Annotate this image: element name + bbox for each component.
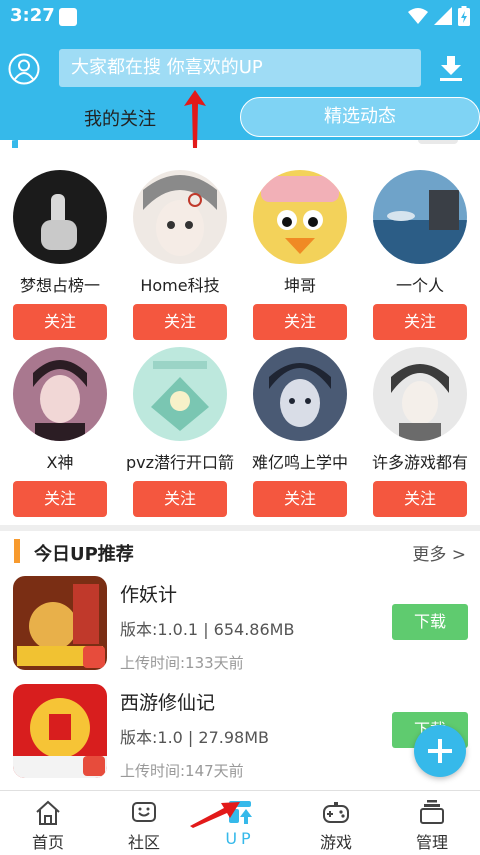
up-card[interactable]: 一个人 关注 <box>360 170 480 340</box>
follow-button[interactable]: 关注 <box>253 481 347 517</box>
header: 3:27 大家都在搜 你喜欢的UP 我的关注 精选动态 <box>0 0 480 140</box>
game-meta: 版本:1.0 | 27.98MB <box>120 728 269 747</box>
game-icon <box>13 576 107 670</box>
nav-manage[interactable]: 管理 <box>384 791 480 855</box>
signal-icon <box>434 7 452 25</box>
nav-label: UP <box>225 829 255 848</box>
gamepad-icon <box>323 802 349 823</box>
bottom-nav: 首页 社区 UP 游戏 管理 <box>0 790 480 855</box>
up-avatar <box>13 170 107 264</box>
follow-button[interactable]: 关注 <box>373 481 467 517</box>
up-avatar <box>253 347 347 441</box>
game-icon <box>13 684 107 778</box>
up-name: pvz潜行开口箭 <box>125 453 235 471</box>
manage-icon <box>420 800 444 824</box>
tab-my-follow[interactable]: 我的关注 <box>40 105 200 131</box>
game-name: 作妖计 <box>120 584 178 606</box>
annotation-arrow-icon <box>184 90 206 148</box>
nav-label: 游戏 <box>319 833 352 852</box>
app-screen: 3:27 大家都在搜 你喜欢的UP 我的关注 精选动态 梦想占榜一 关注 Hom… <box>0 0 480 855</box>
status-bar: 3:27 <box>0 0 480 34</box>
search-input[interactable]: 大家都在搜 你喜欢的UP <box>59 49 421 87</box>
home-icon <box>36 800 60 825</box>
up-name: 坤哥 <box>283 276 316 294</box>
up-avatar <box>253 170 347 264</box>
up-avatar <box>133 170 227 264</box>
download-button[interactable]: 下载 <box>392 604 468 640</box>
up-avatar <box>373 170 467 264</box>
game-row[interactable]: 西游修仙记 版本:1.0 | 27.98MB 上传时间:147天前 下载 <box>0 684 480 784</box>
nav-games[interactable]: 游戏 <box>288 791 384 855</box>
follow-button[interactable]: 关注 <box>133 304 227 340</box>
up-avatar <box>373 347 467 441</box>
up-card[interactable]: 坤哥 关注 <box>240 170 360 340</box>
section-accent-bar <box>14 539 20 563</box>
up-card[interactable]: 难亿鸣上学中 关注 <box>240 347 360 517</box>
follow-button[interactable]: 关注 <box>13 304 107 340</box>
add-fab-button[interactable] <box>414 725 466 777</box>
game-row[interactable]: 作妖计 版本:1.0.1 | 654.86MB 上传时间:133天前 下载 <box>0 576 480 676</box>
up-card[interactable]: X神 关注 <box>0 347 120 517</box>
annotation-arrow-icon <box>190 802 240 828</box>
up-card[interactable]: Home科技 关注 <box>120 170 240 340</box>
notification-icon <box>59 8 77 26</box>
game-upload-time: 上传时间:133天前 <box>120 654 244 672</box>
up-name: 梦想占榜一 <box>19 276 100 294</box>
battery-icon <box>458 6 470 26</box>
follow-button[interactable]: 关注 <box>253 304 347 340</box>
nav-community[interactable]: 社区 <box>96 791 192 855</box>
status-time: 3:27 <box>10 5 55 26</box>
section-divider <box>0 525 480 531</box>
section-title: 今日UP推荐 <box>34 544 134 565</box>
section-marker <box>12 140 18 148</box>
recommend-header: 今日UP推荐 更多 > <box>0 539 480 565</box>
up-name: Home科技 <box>140 276 220 294</box>
more-link[interactable]: 更多 > <box>412 540 466 565</box>
up-name: 许多游戏都有 <box>371 453 468 471</box>
up-card[interactable]: pvz潜行开口箭 关注 <box>120 347 240 517</box>
follow-button[interactable]: 关注 <box>373 304 467 340</box>
follow-button[interactable]: 关注 <box>13 481 107 517</box>
status-icons <box>408 6 470 26</box>
tab-featured-feed[interactable]: 精选动态 <box>240 97 480 137</box>
download-icon[interactable] <box>436 53 466 83</box>
up-avatar <box>13 347 107 441</box>
game-meta: 版本:1.0.1 | 654.86MB <box>120 620 295 639</box>
up-name: 一个人 <box>395 276 444 294</box>
up-name: X神 <box>46 453 74 471</box>
nav-home[interactable]: 首页 <box>0 791 96 855</box>
content-panel: 梦想占榜一 关注 Home科技 关注 坤哥 关注 一个人 关注 X神 关注 pv… <box>0 140 480 790</box>
up-avatar <box>133 347 227 441</box>
community-icon <box>132 802 156 822</box>
follow-button[interactable]: 关注 <box>133 481 227 517</box>
section-more-fragment <box>418 140 458 144</box>
wifi-icon <box>408 8 428 24</box>
up-card[interactable]: 许多游戏都有 关注 <box>360 347 480 517</box>
user-avatar-icon[interactable] <box>8 53 40 85</box>
nav-label: 社区 <box>127 833 160 852</box>
game-name: 西游修仙记 <box>120 692 216 714</box>
nav-label: 管理 <box>415 833 448 852</box>
up-name: 难亿鸣上学中 <box>251 453 348 471</box>
up-card[interactable]: 梦想占榜一 关注 <box>0 170 120 340</box>
nav-label: 首页 <box>31 833 64 852</box>
tab-bar: 我的关注 精选动态 <box>0 97 480 140</box>
game-upload-time: 上传时间:147天前 <box>120 762 244 780</box>
